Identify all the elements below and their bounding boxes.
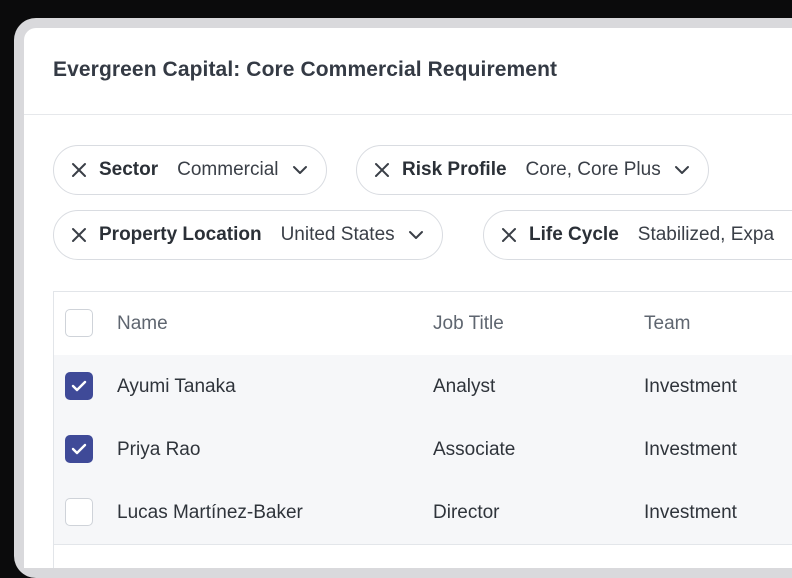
row-checkbox[interactable] xyxy=(65,498,93,526)
cell-job-title: Associate xyxy=(433,438,516,460)
filter-chip-sector[interactable]: Sector Commercial xyxy=(53,145,327,195)
filter-value: Stabilized, Expa xyxy=(637,224,775,245)
close-icon[interactable] xyxy=(70,226,88,244)
row-checkbox[interactable] xyxy=(65,372,93,400)
filter-label: Risk Profile xyxy=(402,159,507,180)
cell-name: Ayumi Tanaka xyxy=(117,375,236,397)
cell-team: Investment xyxy=(644,438,737,460)
cell-job-title: Analyst xyxy=(433,375,496,397)
filter-value: Core, Core Plus xyxy=(525,159,661,180)
cell-name: Priya Rao xyxy=(117,438,201,460)
row-checkbox[interactable] xyxy=(65,435,93,463)
close-icon[interactable] xyxy=(500,226,518,244)
team-table: Name Job Title Team Ayumi Tanaka Analyst… xyxy=(53,291,792,568)
checkmark-icon xyxy=(71,380,87,392)
cell-name: Lucas Martínez-Baker xyxy=(117,501,303,523)
filter-chip-life-cycle[interactable]: Life Cycle Stabilized, Expa xyxy=(483,210,792,260)
filter-chip-property-location[interactable]: Property Location United States xyxy=(53,210,443,260)
column-header-team[interactable]: Team xyxy=(644,292,690,355)
table-row[interactable]: Lucas Martínez-Baker Director Investment xyxy=(54,481,792,545)
column-header-name[interactable]: Name xyxy=(117,292,168,355)
close-icon[interactable] xyxy=(373,161,391,179)
checkmark-icon xyxy=(71,443,87,455)
chevron-down-icon[interactable] xyxy=(674,165,690,175)
requirement-panel: Evergreen Capital: Core Commercial Requi… xyxy=(24,28,792,568)
table-row[interactable]: Ayumi Tanaka Analyst Investment xyxy=(54,355,792,419)
page-title: Evergreen Capital: Core Commercial Requi… xyxy=(53,58,558,81)
chevron-down-icon[interactable] xyxy=(292,165,308,175)
filter-value: United States xyxy=(280,224,395,245)
select-all-checkbox[interactable] xyxy=(65,309,93,337)
filter-chip-risk-profile[interactable]: Risk Profile Core, Core Plus xyxy=(356,145,709,195)
cell-team: Investment xyxy=(644,501,737,523)
filter-label: Property Location xyxy=(99,224,262,245)
filter-label: Life Cycle xyxy=(529,224,619,245)
table-header-row: Name Job Title Team xyxy=(54,292,792,356)
column-header-job-title[interactable]: Job Title xyxy=(433,292,504,355)
panel-header: Evergreen Capital: Core Commercial Requi… xyxy=(24,28,792,115)
chevron-down-icon[interactable] xyxy=(408,230,424,240)
cell-job-title: Director xyxy=(433,501,500,523)
filter-label: Sector xyxy=(99,159,159,180)
filter-value: Commercial xyxy=(177,159,279,180)
close-icon[interactable] xyxy=(70,161,88,179)
table-row[interactable]: Priya Rao Associate Investment xyxy=(54,418,792,482)
cell-team: Investment xyxy=(644,375,737,397)
